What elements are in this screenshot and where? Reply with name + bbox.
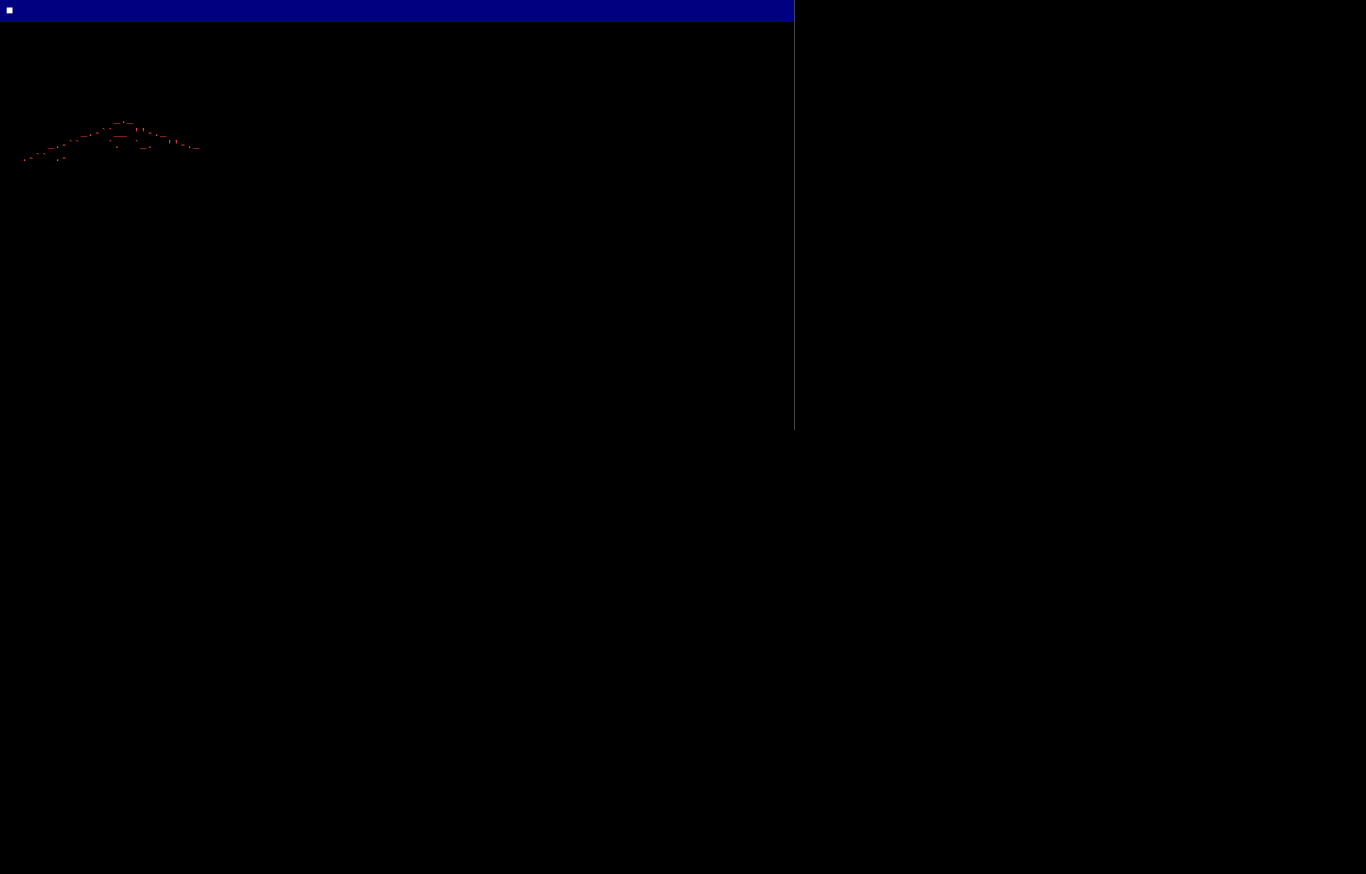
cmd-icon-left: ■ <box>6 3 13 20</box>
cmd-content-left: _._ _.-``__ ''-._ _.-`` `. `_. ''-._ .-`… <box>0 22 794 170</box>
cmd-window-left: ■ _._ _.-``__ ''-._ _.-`` `. `_. ''-._ .… <box>0 0 795 430</box>
cmd-titlebar-left: ■ <box>0 0 794 22</box>
